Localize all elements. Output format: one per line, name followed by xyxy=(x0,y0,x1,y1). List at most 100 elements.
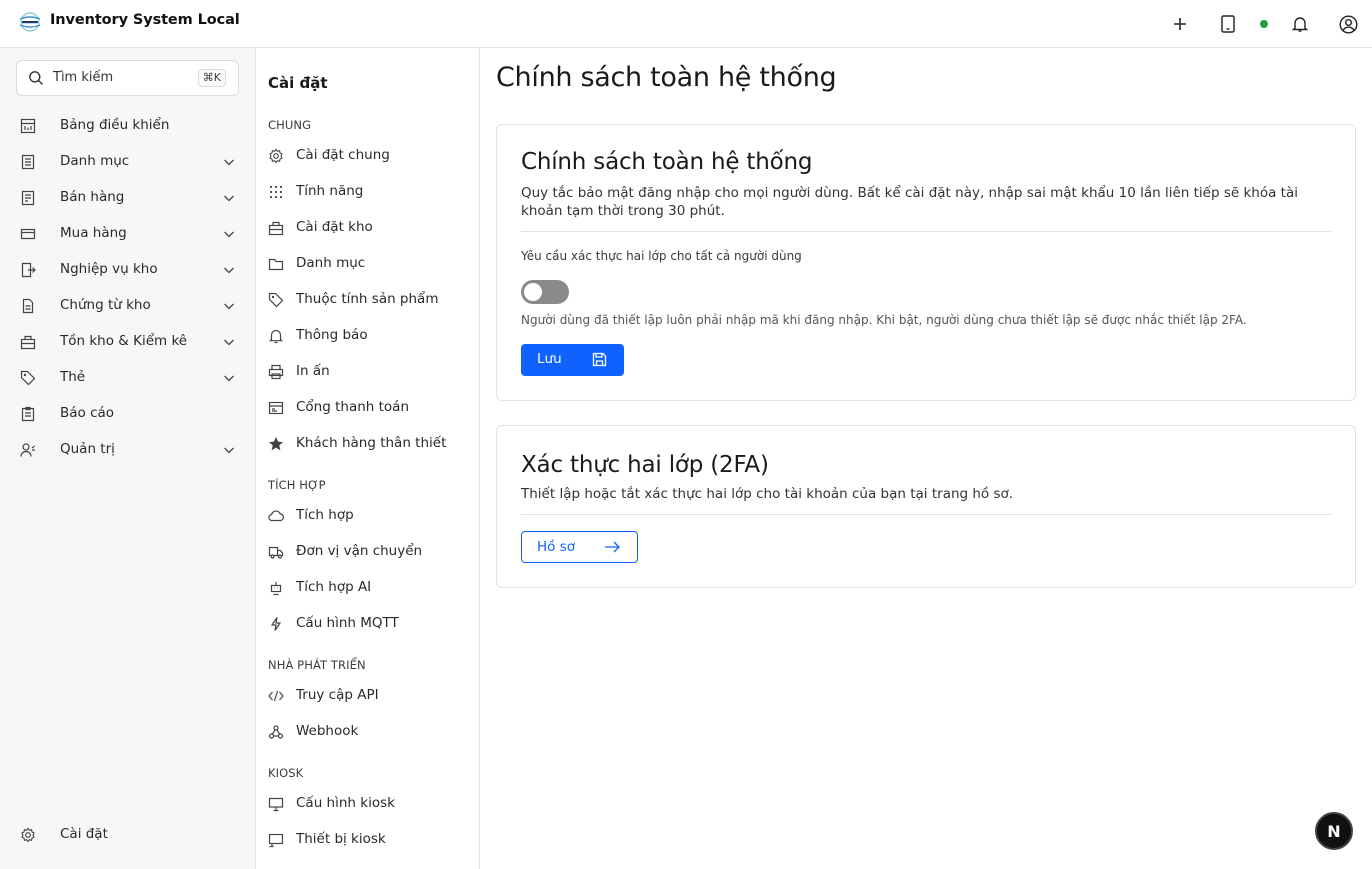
settings-item-loyalty[interactable]: Khách hàng thân thiết xyxy=(264,428,472,460)
settings-item-label: Truy cập API xyxy=(296,687,379,703)
search-shortcut: ⌘K xyxy=(197,69,226,87)
sidebar-item-label: Bảng điều khiển xyxy=(60,117,170,133)
printer-icon xyxy=(268,364,284,380)
status-online-indicator xyxy=(1260,20,1268,28)
webhook-icon xyxy=(268,725,284,739)
sidebar-item-reports[interactable]: Báo cáo xyxy=(16,398,240,430)
sidebar-item-label: Mua hàng xyxy=(60,225,127,241)
settings-item-shipping[interactable]: Đơn vị vận chuyển xyxy=(264,536,472,568)
settings-item-label: Cài đặt chung xyxy=(296,147,390,163)
require-2fa-label: Yêu cầu xác thực hai lớp cho tất cả ngườ… xyxy=(521,249,802,263)
folder-icon xyxy=(268,258,284,271)
require-2fa-helper: Người dùng đã thiết lập luôn phải nhập m… xyxy=(521,313,1247,327)
settings-nav: Cài đặt CHUNG Cài đặt chung Tính năng Cà… xyxy=(256,48,480,869)
settings-item-label: Tính năng xyxy=(296,183,364,199)
grid-icon xyxy=(269,185,283,199)
kiosk-device-icon xyxy=(268,833,284,848)
sidebar-settings-link[interactable]: Cài đặt xyxy=(16,819,240,851)
chevron-down-icon[interactable] xyxy=(222,443,236,457)
profile-button-label: Hồ sơ xyxy=(537,539,575,555)
next-dev-indicator-button[interactable]: N xyxy=(1315,812,1353,850)
chevron-down-icon[interactable] xyxy=(222,299,236,313)
settings-item-mqtt[interactable]: Cấu hình MQTT xyxy=(264,608,472,640)
settings-item-label: In ấn xyxy=(296,363,330,379)
settings-item-label: Cổng thanh toán xyxy=(296,399,410,415)
settings-item-label: Thuộc tính sản phẩm xyxy=(296,291,439,307)
settings-item-categories[interactable]: Danh mục xyxy=(264,248,472,280)
section-integration-title: TÍCH HỢP xyxy=(268,478,326,492)
require-2fa-toggle[interactable] xyxy=(521,280,569,304)
catalog-icon xyxy=(21,154,35,170)
sidebar-item-dashboard[interactable]: Bảng điều khiển xyxy=(16,110,240,142)
save-button-label: Lưu xyxy=(537,351,562,367)
settings-item-product-attributes[interactable]: Thuộc tính sản phẩm xyxy=(264,284,472,316)
report-icon xyxy=(21,406,35,422)
section-kiosk-title: KIOSK xyxy=(268,766,304,780)
save-button[interactable]: Lưu xyxy=(521,344,624,376)
settings-item-ai[interactable]: Tích hợp AI xyxy=(264,572,472,604)
tablet-icon[interactable] xyxy=(1216,12,1240,36)
policy-card-title: Chính sách toàn hệ thống xyxy=(521,149,813,175)
sidebar-item-catalog[interactable]: Danh mục xyxy=(16,146,240,178)
settings-item-kiosk-devices[interactable]: Thiết bị kiosk xyxy=(264,824,472,856)
app-logo-icon[interactable] xyxy=(18,11,42,33)
policy-card-description: Quy tắc bảo mật đăng nhập cho mọi người … xyxy=(521,185,1298,219)
chevron-down-icon[interactable] xyxy=(222,371,236,385)
divider xyxy=(521,231,1331,232)
settings-item-label: Cài đặt kho xyxy=(296,219,373,235)
settings-item-label: Cấu hình kiosk xyxy=(296,795,395,811)
settings-item-label: Thông báo xyxy=(296,327,368,343)
cloud-icon xyxy=(268,510,284,522)
sidebar-item-label: Quản trị xyxy=(60,441,115,457)
gear-icon xyxy=(21,827,35,843)
settings-item-general[interactable]: Cài đặt chung xyxy=(264,140,472,172)
sidebar-item-purchase[interactable]: Mua hàng xyxy=(16,218,240,250)
search-input[interactable]: Tìm kiếm ⌘K xyxy=(16,60,239,96)
robot-icon xyxy=(270,582,282,596)
settings-item-kiosk-config[interactable]: Cấu hình kiosk xyxy=(264,788,472,820)
chevron-down-icon[interactable] xyxy=(222,155,236,169)
settings-item-webhook[interactable]: Webhook xyxy=(264,716,472,748)
chevron-down-icon[interactable] xyxy=(222,227,236,241)
sidebar-item-inventory[interactable]: Tồn kho & Kiểm kê xyxy=(16,326,240,358)
toggle-knob xyxy=(524,283,542,301)
app-title: Inventory System Local xyxy=(50,12,240,28)
search-placeholder: Tìm kiếm xyxy=(53,70,114,85)
bell-icon[interactable] xyxy=(1288,12,1312,36)
sidebar-item-documents[interactable]: Chứng từ kho xyxy=(16,290,240,322)
sidebar-item-warehouse-ops[interactable]: Nghiệp vụ kho xyxy=(16,254,240,286)
chevron-down-icon[interactable] xyxy=(222,191,236,205)
sidebar-item-sales[interactable]: Bán hàng xyxy=(16,182,240,214)
sidebar-item-tags[interactable]: Thẻ xyxy=(16,362,240,394)
chevron-down-icon[interactable] xyxy=(222,335,236,349)
two-factor-card: Xác thực hai lớp (2FA) Thiết lập hoặc tắ… xyxy=(496,425,1356,588)
sidebar-item-admin[interactable]: Quản trị xyxy=(16,434,240,466)
monitor-icon xyxy=(268,797,284,812)
bell-icon xyxy=(268,329,284,344)
settings-item-label: Đơn vị vận chuyển xyxy=(296,543,423,559)
sidebar-item-label: Bán hàng xyxy=(60,189,125,205)
sidebar-item-label: Thẻ xyxy=(60,369,86,385)
settings-item-label: Cấu hình MQTT xyxy=(296,615,399,631)
settings-item-features[interactable]: Tính năng xyxy=(264,176,472,208)
settings-item-notifications[interactable]: Thông báo xyxy=(264,320,472,352)
twofa-card-title: Xác thực hai lớp (2FA) xyxy=(521,452,769,478)
chevron-down-icon[interactable] xyxy=(222,263,236,277)
settings-item-payment[interactable]: Cổng thanh toán xyxy=(264,392,472,424)
sidebar-item-label: Chứng từ kho xyxy=(60,297,151,313)
settings-item-api[interactable]: Truy cập API xyxy=(264,680,472,712)
twofa-card-description: Thiết lập hoặc tắt xác thực hai lớp cho … xyxy=(521,486,1014,502)
settings-item-printing[interactable]: In ấn xyxy=(264,356,472,388)
settings-item-integrations[interactable]: Tích hợp xyxy=(264,500,472,532)
arrow-right-icon xyxy=(605,541,620,553)
search-icon xyxy=(29,71,43,85)
truck-icon xyxy=(268,546,284,559)
profile-button[interactable]: Hồ sơ xyxy=(521,531,638,563)
plus-icon[interactable] xyxy=(1168,12,1192,36)
settings-item-label: Tích hợp xyxy=(296,507,354,523)
section-developer-title: NHÀ PHÁT TRIỂN xyxy=(268,658,366,672)
settings-item-label: Webhook xyxy=(296,723,359,739)
admin-icon xyxy=(20,443,35,457)
settings-item-warehouse[interactable]: Cài đặt kho xyxy=(264,212,472,244)
user-circle-icon[interactable] xyxy=(1336,12,1360,36)
